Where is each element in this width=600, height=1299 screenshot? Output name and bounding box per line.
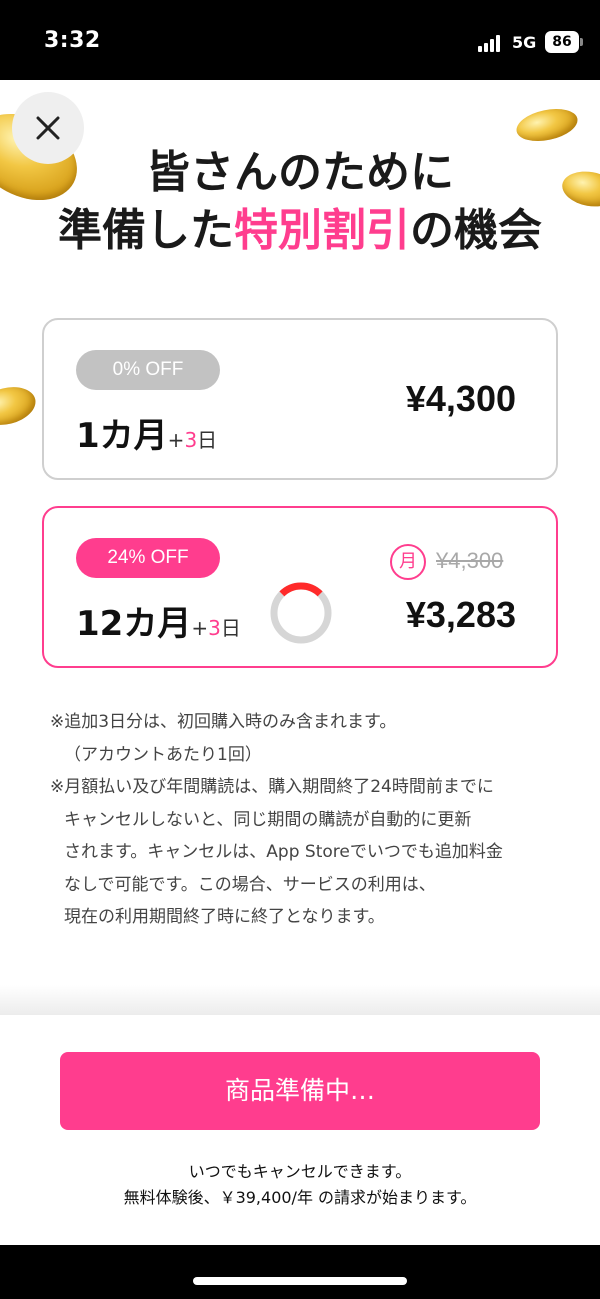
plan-option-12-months[interactable]: 24% OFF 12カ月+3日 月 ¥4,300 ¥3,283 (42, 506, 558, 668)
battery-icon: 86 (545, 31, 583, 53)
note-line: （アカウントあたり1回） (64, 744, 262, 765)
plan-price: ¥3,283 (405, 594, 516, 635)
terms-notes: ※追加3日分は、初回購入時のみ含まれます。 （アカウントあたり1回） ※月額払い… (50, 706, 560, 934)
status-bar: 3:32 5G 86 (0, 0, 600, 80)
purchase-button[interactable]: 商品準備中… (60, 1052, 540, 1130)
note-line: されます。キャンセルは、App Storeでいつでも追加料金 (64, 842, 503, 862)
headline-highlight: 特別割引 (234, 205, 410, 256)
plus-sign: + (191, 616, 209, 640)
headline-line-2: 準備した特別割引の機会 (0, 202, 600, 260)
monthly-label: 月 (390, 544, 426, 580)
plus-sign: + (167, 428, 185, 452)
promo-sheet: 皆さんのために 準備した特別割引の機会 0% OFF 1カ月+3日 ¥4,300… (0, 80, 600, 1245)
note-line: ※月額払い及び年間購読は、購入期間終了24時間前までに (50, 777, 494, 797)
plan-option-1-month[interactable]: 0% OFF 1カ月+3日 ¥4,300 (42, 318, 558, 480)
headline-line-1: 皆さんのために (146, 147, 454, 198)
cancel-anytime-text: いつでもキャンセルできます。 (188, 1162, 412, 1181)
status-time: 3:32 (44, 28, 101, 53)
headline: 皆さんのために 準備した特別割引の機会 (0, 144, 600, 260)
discount-badge: 24% OFF (76, 538, 220, 578)
coin-icon (513, 103, 581, 147)
divider (0, 985, 600, 1015)
plan-duration: 12カ月+3日 (76, 596, 241, 645)
original-price: ¥4,300 (436, 548, 504, 573)
billing-notice-text: 無料体験後、￥39,400/年 の請求が始まります。 (123, 1188, 477, 1207)
home-indicator[interactable] (193, 1277, 407, 1285)
bonus-days: 3 (184, 428, 198, 452)
bonus-days: 3 (208, 616, 221, 640)
note-line: 現在の利用期間終了時に終了となります。 (64, 907, 385, 927)
note-line: ※追加3日分は、初回購入時のみ含まれます。 (50, 712, 397, 732)
plan-price: ¥4,300 (405, 378, 516, 419)
day-unit: 日 (220, 616, 241, 640)
discount-badge: 0% OFF (76, 350, 220, 390)
close-icon (36, 116, 60, 140)
note-line: なしで可能です。この場合、サービスの利用は、 (64, 874, 436, 895)
duration-label: 1カ月 (76, 416, 168, 456)
plan-duration: 1カ月+3日 (76, 408, 217, 457)
network-type: 5G (512, 33, 537, 52)
loading-spinner-icon (270, 582, 332, 644)
coin-icon (0, 381, 40, 431)
duration-label: 12カ月 (76, 604, 192, 644)
headline-prefix: 準備した (58, 205, 234, 256)
note-line: キャンセルしないと、同じ期間の購読が自動的に更新 (64, 809, 472, 830)
day-unit: 日 (197, 428, 218, 452)
cellular-signal-icon (478, 34, 504, 52)
headline-suffix: の機会 (410, 205, 542, 256)
